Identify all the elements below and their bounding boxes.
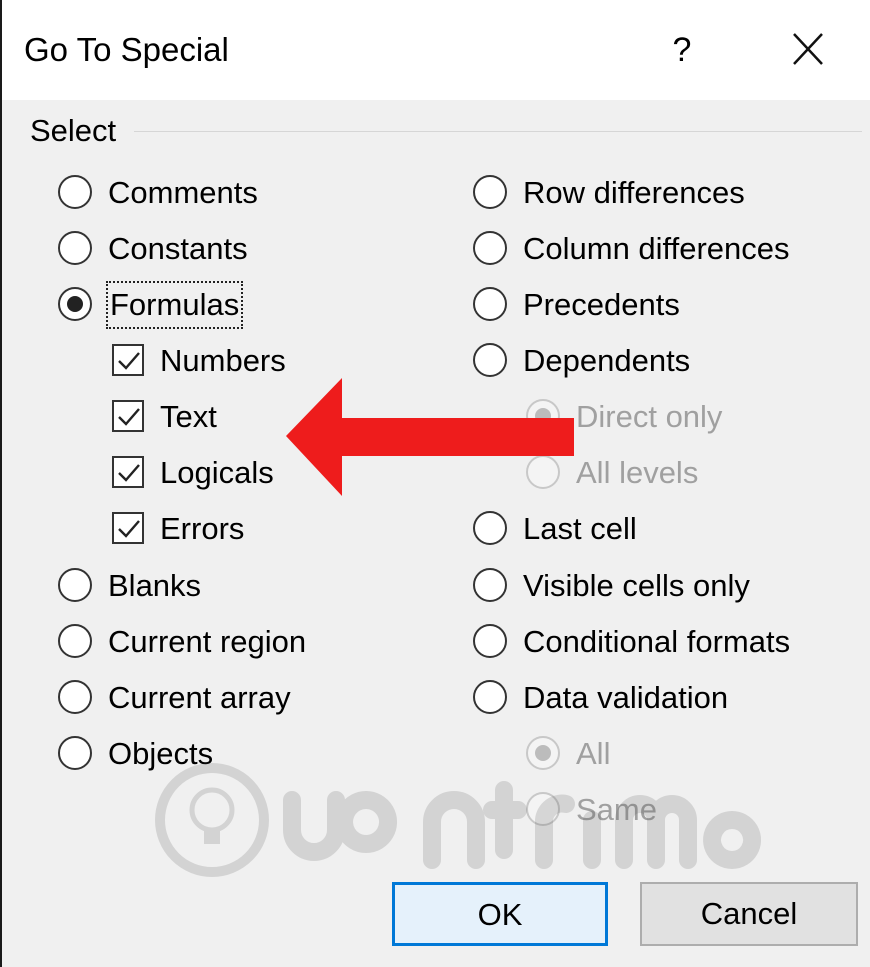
- checkmark-icon: [118, 352, 140, 370]
- close-button[interactable]: [786, 30, 830, 70]
- go-to-special-dialog: Go To Special ? Select Comments Constant…: [0, 0, 870, 967]
- ok-button[interactable]: OK: [392, 882, 608, 946]
- radio-button[interactable]: [58, 568, 92, 602]
- title-bar: Go To Special ?: [2, 0, 870, 100]
- watermark-logo: [155, 763, 761, 877]
- help-button[interactable]: ?: [662, 28, 702, 72]
- checkmark-icon: [118, 464, 140, 482]
- red-arrow-annotation: [286, 378, 574, 496]
- checkmark-icon: [118, 408, 140, 426]
- radio-label: Current region: [108, 624, 307, 659]
- checkbox[interactable]: [112, 344, 144, 376]
- checkmark-icon: [118, 520, 140, 538]
- radio-button[interactable]: [473, 568, 507, 602]
- cancel-button[interactable]: Cancel: [640, 882, 858, 946]
- radio-label: Visible cells only: [523, 568, 750, 603]
- radio-button[interactable]: [473, 287, 507, 321]
- radio-button[interactable]: [473, 175, 507, 209]
- radio-button[interactable]: [58, 624, 92, 658]
- checkbox-label: Text: [160, 399, 217, 434]
- radio-label: Column differences: [523, 231, 790, 266]
- radio-label: Precedents: [523, 287, 680, 322]
- radio-button[interactable]: [58, 231, 92, 265]
- radio-label: Formulas: [105, 281, 244, 329]
- lightbulb-icon: [189, 787, 235, 844]
- select-group-label: Select: [30, 113, 117, 148]
- radio-label: Current array: [108, 680, 291, 715]
- radio-button-selected[interactable]: [58, 287, 92, 321]
- radio-button[interactable]: [58, 736, 92, 770]
- radio-label: Blanks: [108, 568, 202, 603]
- radio-label: Data validation: [523, 680, 729, 715]
- close-icon: [793, 33, 823, 65]
- radio-label: All levels: [576, 455, 699, 490]
- group-divider: [134, 131, 862, 132]
- checkbox[interactable]: [112, 512, 144, 544]
- radio-button[interactable]: [473, 624, 507, 658]
- radio-button[interactable]: [58, 175, 92, 209]
- radio-label: Constants: [108, 231, 248, 266]
- dialog-title: Go To Special: [24, 31, 229, 68]
- checkbox-label: Errors: [160, 511, 245, 546]
- checkbox-label: Numbers: [160, 343, 286, 378]
- radio-label: Comments: [108, 175, 258, 210]
- radio-button[interactable]: [58, 680, 92, 714]
- radio-button[interactable]: [473, 231, 507, 265]
- checkbox[interactable]: [112, 400, 144, 432]
- radio-label: Direct only: [576, 399, 723, 434]
- checkbox-label: Logicals: [160, 455, 274, 490]
- checkbox[interactable]: [112, 456, 144, 488]
- radio-button[interactable]: [473, 680, 507, 714]
- radio-label: Last cell: [523, 511, 637, 546]
- radio-button[interactable]: [473, 511, 507, 545]
- radio-label: Conditional formats: [523, 624, 791, 659]
- radio-label: Row differences: [523, 175, 745, 210]
